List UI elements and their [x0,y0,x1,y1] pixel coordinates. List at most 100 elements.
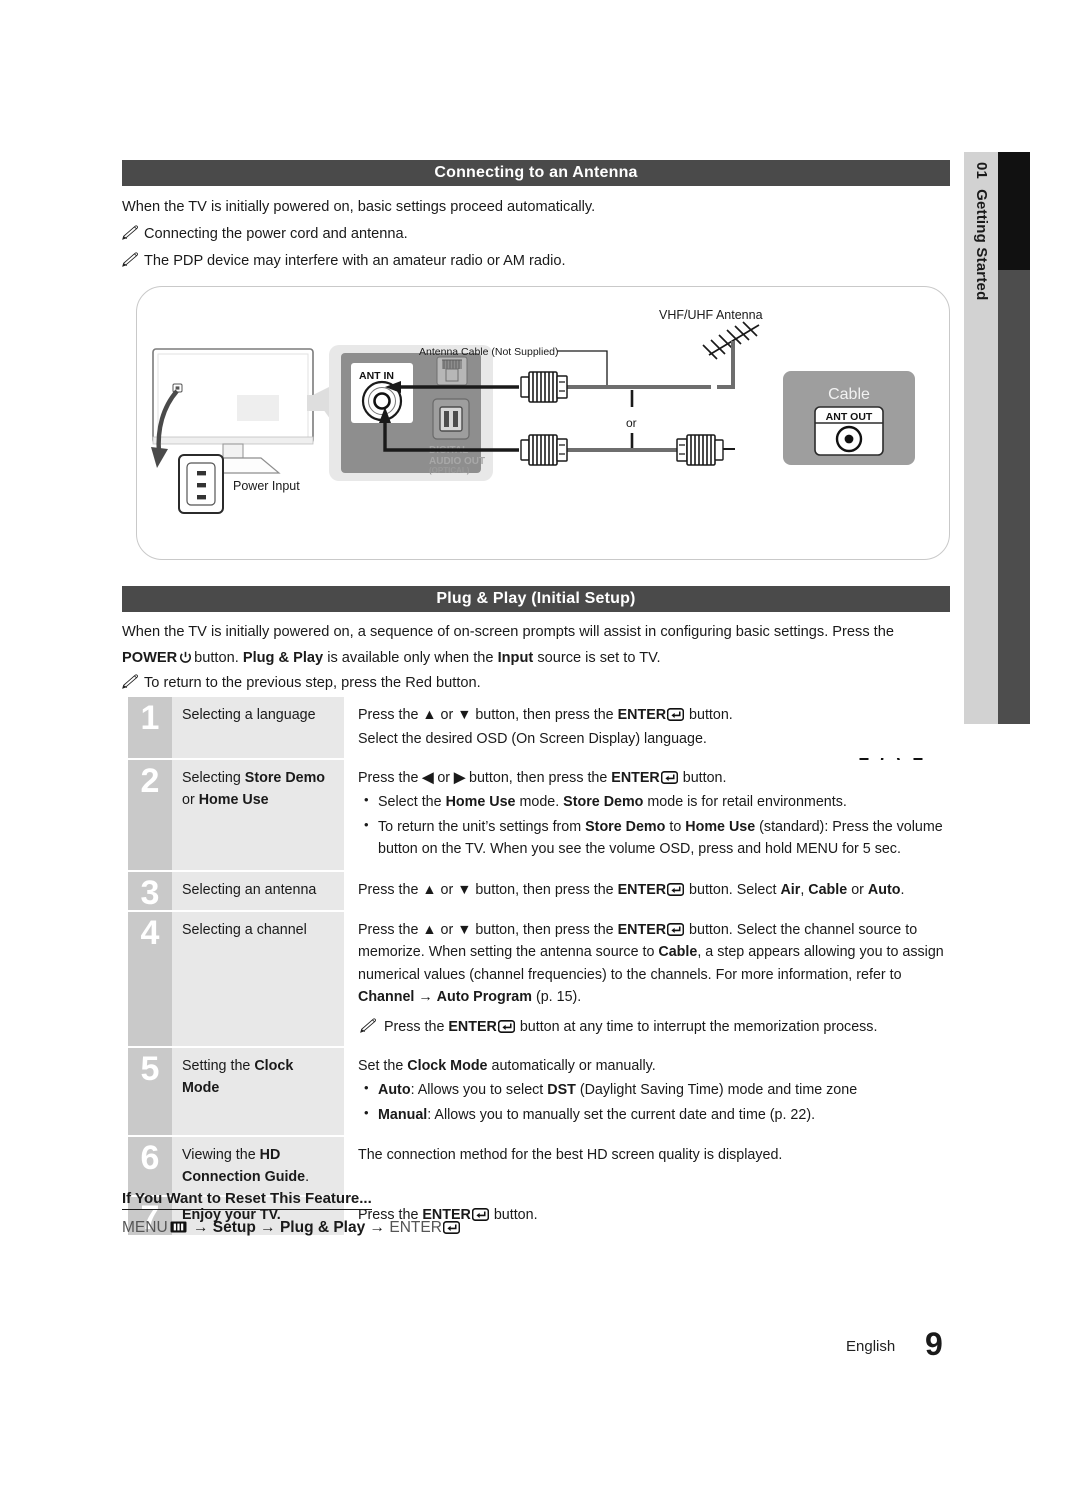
arrow-2: → [260,1219,276,1236]
chapter-tab-inner: 01 Getting Started [964,152,998,724]
step-number: 5 [128,1047,172,1136]
coax-connector-bottom-right [676,434,735,466]
step-body: Set the Clock Mode automatically or manu… [344,1047,950,1136]
table-row: 4 Selecting a channel Press the ▲ or ▼ b… [128,911,950,1046]
setup-word: Setup [212,1219,256,1236]
table-row: 2 Selecting Store Demo or Home Use Press… [128,759,950,870]
step-body-line: Set the Clock Mode automatically or manu… [358,1057,656,1074]
enter-icon [660,770,678,784]
plug-play-note: To return to the previous step, press th… [122,672,950,695]
diagram-svg: Power Input ANT IN DIGITAL AUDIO OUT (OP… [151,308,915,514]
section-heading-antenna: Connecting to an Antenna [122,160,950,186]
plug-play-word: Plug & Play [279,1219,366,1236]
arrow-1: → [192,1219,209,1236]
table-row: 6 Viewing the HD Connection Guide. The c… [128,1137,950,1196]
cable-box-illustration: Cable ANT OUT [783,371,915,465]
step-label: Viewing the HD Connection Guide. [172,1137,344,1196]
plug-play-intro-c: is available only when the [327,649,494,666]
plug-play-term: Plug & Play [242,649,324,666]
side-rail-dark [998,152,1030,270]
step-body-line: Press the ▲ or ▼ button, then press the … [358,707,733,723]
enter-icon [667,922,685,936]
table-row: 1 Selecting a language Press the ▲ or ▼ … [128,697,950,758]
plug-play-intro-a: When the TV is initially powered on, a s… [122,624,894,640]
plug-play-intro-d: source is set to TV. [537,649,661,666]
coax-connector-top [520,371,568,403]
side-rail-mid [998,270,1030,724]
enter-icon [442,1221,460,1234]
enter-icon [497,1020,515,1034]
antenna-connection-diagram: Power Input ANT IN DIGITAL AUDIO OUT (OP… [136,286,950,560]
step-number: 4 [128,911,172,1046]
step-label: Selecting a language [172,697,344,758]
pencil-icon [122,252,138,267]
chapter-number: 01 [973,162,990,180]
ant-out-label: ANT OUT [826,411,873,423]
step-label-d: . [305,1169,310,1186]
manual-page: 01 Getting Started Connecting to an Anten… [0,0,1080,1494]
antenna-note-2-text: The PDP device may interfere with an ama… [144,253,566,269]
reset-feature-block: If You Want to Reset This Feature... MEN… [122,1190,722,1237]
table-row: 3 Selecting an antenna Press the ▲ or ▼ … [128,871,950,910]
optical-audio-port-icon [432,398,470,440]
menu-icon [170,1221,187,1233]
table-row: 5 Setting the Clock Mode Set the Clock M… [128,1047,950,1136]
step-body: Press the ▲ or ▼ button, then press the … [344,697,950,758]
step-label: Selecting a channel [172,911,344,1046]
step-note-text: Press the ENTER button at any time to in… [384,1019,878,1036]
digital-audio-label-3: (OPTICAL) [429,466,470,475]
step-body-line: Press the ◀ or ▶ button, then press the … [358,769,727,786]
reset-feature-title: If You Want to Reset This Feature... [122,1190,372,1210]
step-label-a: Selecting [182,769,245,786]
footer-page-number: 9 [925,1326,943,1362]
antenna-note-2: The PDP device may interfere with an ama… [122,250,942,273]
chapter-tab-text: 01 Getting Started [973,162,990,300]
antenna-note-1-text: Connecting the power cord and antenna. [144,226,408,242]
tv-illustration [151,348,314,474]
plug-play-note-text: To return to the previous step, press th… [144,675,481,691]
ant-in-label: ANT IN [359,370,394,382]
step-number: 3 [128,871,172,910]
list-item: Auto: Allows you to select DST (Daylight… [364,1078,950,1101]
step-body-line: The connection method for the best HD sc… [358,1147,783,1164]
enter-icon [667,708,685,721]
chapter-tab: 01 Getting Started [964,152,998,724]
tv-port-panel: ANT IN DIGITAL AUDIO OUT (OPTICAL) [329,345,493,481]
step-label: Selecting Store Demo or Home Use [172,759,344,870]
step-label: Setting the Clock Mode [172,1047,344,1136]
step-body: Press the ◀ or ▶ button, then press the … [344,759,950,870]
plug-play-power-word: POWER [122,649,178,666]
reset-feature-path: MENU → Setup → Plug & Play → ENTER [122,1219,722,1237]
antenna-note-1: Connecting the power cord and antenna. [122,223,942,246]
coax-connector-bottom-left [520,434,568,466]
step-label-c: or [182,792,199,809]
chapter-title: Getting Started [973,189,990,301]
step-number: 1 [128,697,172,758]
step-bullet-list: Auto: Allows you to select DST (Daylight… [358,1078,950,1126]
step-body-line: Select the desired OSD (On Screen Displa… [358,731,707,748]
step-body: Press the ▲ or ▼ button, then press the … [344,871,950,910]
arrow-3: → [369,1219,386,1236]
input-term: Input [497,649,534,666]
pencil-icon [122,225,138,240]
power-input-label: Power Input [233,479,300,493]
step-label-d: Home Use [198,792,269,809]
step-label-c: Mode [182,1079,220,1096]
enter-word: ENTER [389,1219,442,1236]
step-note: Press the ENTER button at any time to in… [358,1016,950,1038]
step-body-line: Press the ▲ or ▼ button, then press the … [358,921,944,1005]
step-label-a: Viewing the [182,1147,260,1164]
step-label: Selecting an antenna [172,871,344,910]
step-bullet-list: Select the Home Use mode. Store Demo mod… [358,790,950,861]
vhf-uhf-antenna-label: VHF/UHF Antenna [659,308,763,322]
step-label-b: Clock [254,1057,294,1074]
plug-play-intro-b: button. [194,649,239,666]
list-item: Select the Home Use mode. Store Demo mod… [364,790,950,813]
step-number: 2 [128,759,172,870]
pencil-icon [122,674,138,689]
plug-play-steps-table: 1 Selecting a language Press the ▲ or ▼ … [128,697,950,1237]
step-body: Press the ▲ or ▼ button, then press the … [344,911,950,1046]
step-number: 6 [128,1137,172,1196]
plug-play-intro: When the TV is initially powered on, a s… [122,620,950,671]
list-item: To return the unit’s settings from Store… [364,815,950,861]
